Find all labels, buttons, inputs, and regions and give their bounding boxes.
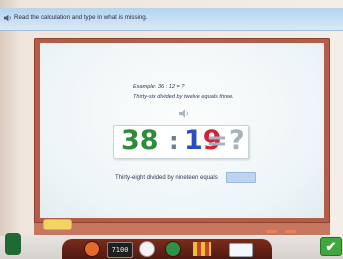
sponge-icon[interactable] xyxy=(43,219,72,230)
clock-display[interactable]: 7100 xyxy=(107,242,133,258)
dividend-number: 38 xyxy=(121,125,159,156)
books-icon[interactable] xyxy=(193,242,211,256)
inkwell-icon[interactable] xyxy=(5,233,21,255)
answer-input[interactable] xyxy=(226,172,256,183)
instruction-text: Read the calculation and type in what is… xyxy=(14,14,148,21)
example-equation: Example: 36 : 12 = ? xyxy=(133,84,185,90)
question-text: Thirty-eight divided by nineteen equals xyxy=(115,175,218,181)
chalk-tray xyxy=(34,222,330,235)
next-button[interactable]: ✔ xyxy=(320,237,342,256)
chalk-icon[interactable] xyxy=(266,230,277,233)
speaker-icon[interactable] xyxy=(3,13,12,23)
division-operator: : xyxy=(169,127,179,155)
gauge-icon[interactable] xyxy=(139,241,155,257)
graduation-cap-icon[interactable] xyxy=(84,241,100,257)
equals-sign: = xyxy=(206,126,228,156)
card-icon[interactable] xyxy=(229,243,253,257)
chalk-icon[interactable] xyxy=(285,230,296,233)
app-window: Read the calculation and type in what is… xyxy=(0,0,343,259)
missing-value-marker: ? xyxy=(229,125,245,156)
example-description: Thirty-six divided by twelve equals thre… xyxy=(133,94,234,100)
divisor-first-digit: 1 xyxy=(184,125,203,156)
checkmark-icon: ✔ xyxy=(325,239,337,254)
speaker-icon[interactable] xyxy=(178,108,190,119)
decorative-handwriting xyxy=(2,55,22,225)
globe-icon[interactable] xyxy=(165,241,181,257)
